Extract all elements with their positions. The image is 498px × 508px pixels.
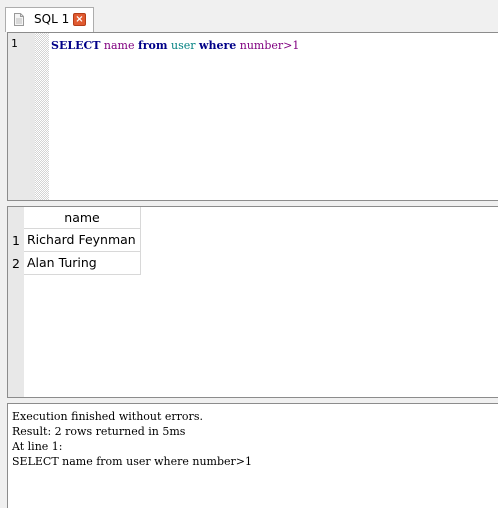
sql-column-name: name bbox=[103, 39, 135, 52]
sql-keyword-select: SELECT bbox=[51, 39, 101, 52]
code-line[interactable]: SELECT name from user where number>1 bbox=[51, 39, 299, 52]
close-icon[interactable]: × bbox=[73, 13, 86, 26]
line-number: 1 bbox=[11, 37, 18, 50]
document-icon bbox=[14, 13, 24, 26]
sql-condition: number>1 bbox=[239, 39, 300, 52]
line-number-gutter: 1 bbox=[8, 33, 35, 200]
sql-editor[interactable]: 1 SELECT name from user where number>1 bbox=[7, 32, 498, 201]
column-header-name[interactable]: name bbox=[24, 207, 141, 229]
sql-keyword-from: from bbox=[137, 39, 168, 52]
sql-table-name: user bbox=[171, 39, 196, 52]
message-line: At line 1: bbox=[12, 440, 63, 453]
tab-sql-1[interactable]: SQL 1 × bbox=[5, 7, 94, 32]
row-number[interactable]: 1 bbox=[8, 229, 24, 252]
message-line: Execution finished without errors. bbox=[12, 410, 203, 423]
grid-corner[interactable] bbox=[8, 207, 24, 229]
results-grid[interactable]: name 1 Richard Feynman 2 Alan Turing bbox=[7, 206, 498, 398]
sql-keyword-where: where bbox=[199, 39, 237, 52]
message-line: SELECT name from user where number>1 bbox=[12, 455, 253, 468]
row-number[interactable]: 2 bbox=[8, 252, 24, 275]
table-cell[interactable]: Richard Feynman bbox=[24, 229, 141, 252]
message-pane[interactable]: Execution finished without errors. Resul… bbox=[7, 403, 498, 508]
fold-margin bbox=[35, 33, 49, 200]
message-line: Result: 2 rows returned in 5ms bbox=[12, 425, 186, 438]
tab-label: SQL 1 bbox=[34, 12, 70, 26]
table-cell[interactable]: Alan Turing bbox=[24, 252, 141, 275]
